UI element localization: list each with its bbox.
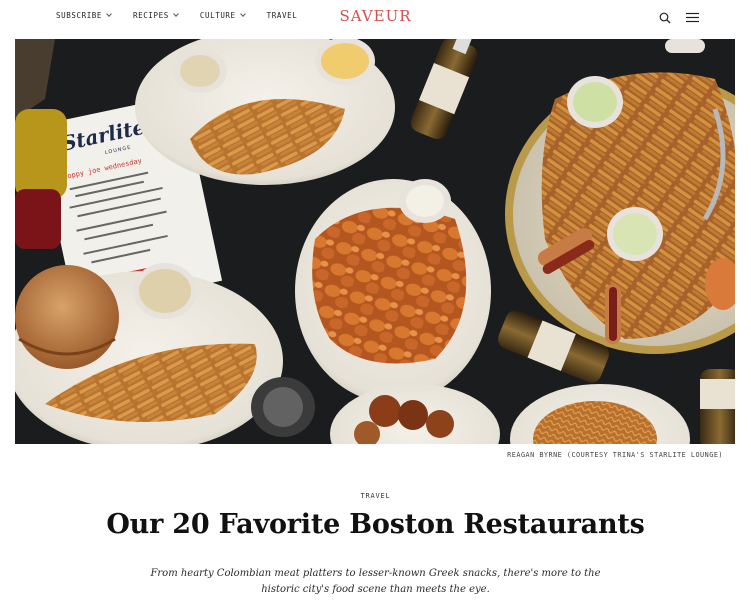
hamburger-menu-icon[interactable] (686, 12, 699, 23)
photo-credit: REAGAN BYRNE (COURTESY TRINA'S STARLITE … (507, 451, 723, 459)
search-icon[interactable] (659, 12, 671, 24)
nav-item-subscribe[interactable]: SUBSCRIBE (56, 11, 112, 20)
chevron-down-icon (106, 11, 112, 17)
chevron-down-icon (239, 11, 246, 17)
nav-item-label: SUBSCRIBE (56, 11, 103, 20)
nav-item-culture[interactable]: CULTURE (199, 11, 246, 20)
article-dek: From hearty Colombian meat platters to l… (150, 568, 601, 595)
chevron-down-icon (173, 11, 179, 17)
main-nav: SUBSCRIBE RECIPES CULTURE TRAVEL (56, 11, 319, 20)
nav-item-label: CULTURE (199, 11, 236, 20)
site-logo[interactable]: SAVEUR (339, 7, 411, 25)
nav-item-travel[interactable]: TRAVEL (267, 11, 298, 20)
nav-item-recipes[interactable]: RECIPES (133, 11, 179, 20)
hero-image: Starlite LOUNGE sloppy joe wednesday (15, 39, 735, 444)
site-header: SUBSCRIBE RECIPES CULTURE TRAVEL SAVEUR (0, 0, 751, 36)
food-spread-photo: Starlite LOUNGE sloppy joe wednesday (15, 39, 735, 444)
article-title: Our 20 Favorite Boston Restaurants (106, 509, 645, 540)
nav-item-label: TRAVEL (266, 11, 298, 20)
article-category[interactable]: TRAVEL (360, 492, 390, 500)
nav-item-label: RECIPES (133, 11, 169, 20)
article-category-wrap: TRAVEL (0, 492, 751, 500)
